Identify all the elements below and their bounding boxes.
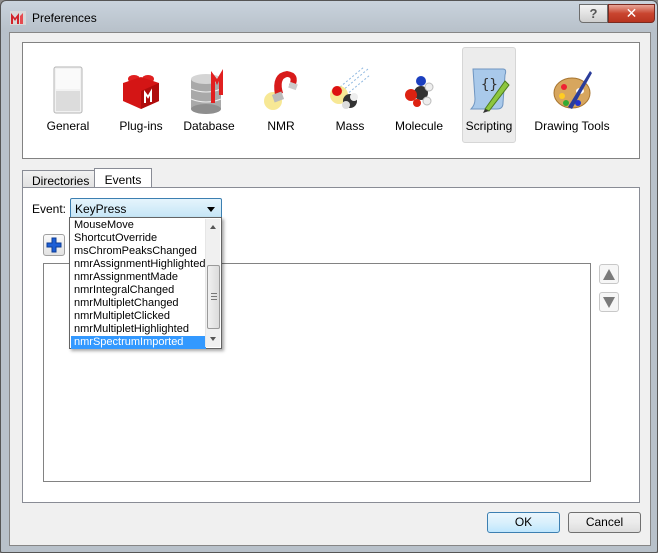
dropdown-option[interactable]: msChromPeaksChanged <box>71 245 206 258</box>
scroll-up-icon[interactable] <box>210 225 216 229</box>
category-label: Mass <box>335 119 365 133</box>
general-icon <box>46 65 90 115</box>
category-general[interactable]: General <box>45 59 91 145</box>
move-down-button[interactable] <box>599 292 619 312</box>
scroll-down-icon[interactable] <box>210 337 216 341</box>
chevron-down-icon <box>207 207 215 212</box>
dropdown-option[interactable]: nmrIntegralChanged <box>71 284 206 297</box>
category-mass[interactable]: Mass <box>328 59 372 145</box>
add-script-button[interactable] <box>43 234 65 256</box>
category-label: Scripting <box>465 119 513 133</box>
plugin-brick-icon <box>119 65 163 115</box>
category-label: Plug-ins <box>119 119 163 133</box>
dropdown-option[interactable]: nmrMultipletChanged <box>71 297 206 310</box>
ok-button[interactable]: OK <box>487 512 560 533</box>
dropdown-option[interactable]: MouseMove <box>71 219 206 232</box>
event-select-value: KeyPress <box>75 202 127 216</box>
category-database[interactable]: Database <box>181 59 237 145</box>
category-drawing-tools[interactable]: Drawing Tools <box>533 59 611 145</box>
category-label: Database <box>183 119 235 133</box>
window-title: Preferences <box>32 11 97 25</box>
help-button[interactable]: ? <box>579 4 608 23</box>
preferences-window: Preferences ? ✕ General Plug-ins Databas… <box>0 0 658 553</box>
scrollbar-thumb[interactable] <box>207 265 220 329</box>
category-label: NMR <box>267 119 295 133</box>
database-icon <box>187 65 231 115</box>
arrow-down-icon <box>603 297 615 308</box>
event-label: Event: <box>32 202 67 216</box>
dropdown-option[interactable]: ShortcutOverride <box>71 232 206 245</box>
dropdown-option-highlighted[interactable]: nmrSpectrumImported <box>71 336 206 349</box>
category-nmr[interactable]: NMR <box>259 59 303 145</box>
category-label: Molecule <box>394 119 444 133</box>
title-bar: Preferences ? ✕ <box>1 1 657 33</box>
event-dropdown-list: MouseMove ShortcutOverride msChromPeaksC… <box>69 217 222 349</box>
plus-icon <box>46 237 62 253</box>
mass-spec-icon <box>328 65 372 115</box>
grip-icon <box>211 293 217 300</box>
app-logo-icon <box>10 11 26 25</box>
dropdown-option[interactable]: nmrMultipletClicked <box>71 310 206 323</box>
close-button[interactable]: ✕ <box>608 4 655 23</box>
arrow-up-icon <box>603 269 615 280</box>
dropdown-option[interactable]: nmrMultipletHighlighted <box>71 323 206 336</box>
category-label: Drawing Tools <box>534 119 610 133</box>
category-scripting[interactable]: {} Scripting <box>462 47 516 143</box>
cancel-button[interactable]: Cancel <box>568 512 641 533</box>
event-select[interactable]: KeyPress <box>70 198 222 219</box>
move-up-button[interactable] <box>599 264 619 284</box>
dropdown-option[interactable]: nmrAssignmentHighlighted <box>71 258 206 271</box>
molecule-icon <box>397 65 441 115</box>
magnet-icon <box>259 65 303 115</box>
category-molecule[interactable]: Molecule <box>393 59 445 145</box>
category-label: General <box>46 119 90 133</box>
dropdown-option[interactable]: nmrAssignmentMade <box>71 271 206 284</box>
svg-text:{}: {} <box>481 77 498 93</box>
category-panel: General Plug-ins Database NMR Mass Molec… <box>22 42 640 159</box>
palette-icon <box>550 65 594 115</box>
dropdown-scrollbar[interactable] <box>205 219 220 347</box>
category-plug-ins[interactable]: Plug-ins <box>111 59 171 145</box>
script-scroll-icon: {} <box>467 65 511 115</box>
